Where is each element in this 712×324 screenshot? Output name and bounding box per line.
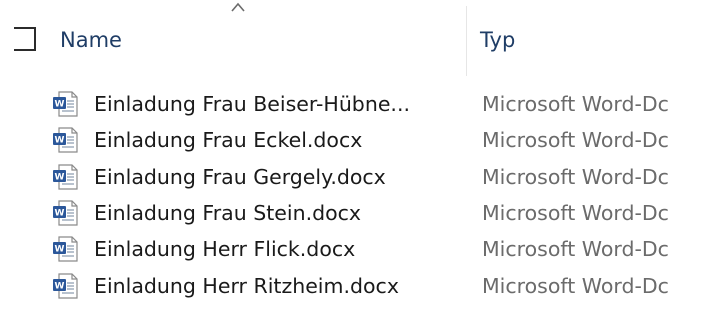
sort-ascending-icon [231, 2, 245, 12]
column-header-type[interactable]: Typ [480, 20, 515, 60]
svg-text:W: W [55, 209, 65, 219]
file-list-view: Name Typ W Einladung Frau Beiser-Hübne..… [0, 0, 712, 324]
file-type: Microsoft Word-Dc [482, 128, 669, 152]
file-row[interactable]: W Einladung Herr Ritzheim.docx Microsoft… [0, 268, 712, 304]
file-name: Einladung Herr Ritzheim.docx [94, 274, 399, 298]
word-document-icon: W [53, 91, 78, 117]
file-name: Einladung Frau Gergely.docx [94, 165, 386, 189]
svg-text:W: W [55, 282, 65, 292]
word-document-icon: W [53, 273, 78, 299]
file-row[interactable]: W Einladung Herr Flick.docx Microsoft Wo… [0, 231, 712, 267]
column-divider[interactable] [466, 6, 467, 76]
file-type: Microsoft Word-Dc [482, 92, 669, 116]
svg-text:W: W [55, 245, 65, 255]
word-document-icon: W [53, 127, 78, 153]
file-name: Einladung Frau Beiser-Hübne... [94, 92, 410, 116]
column-header-name[interactable]: Name [60, 20, 122, 60]
file-type: Microsoft Word-Dc [482, 201, 669, 225]
file-name: Einladung Frau Stein.docx [94, 201, 362, 225]
file-row[interactable]: W Einladung Frau Stein.docx Microsoft Wo… [0, 195, 712, 231]
file-name: Einladung Frau Eckel.docx [94, 128, 363, 152]
file-type: Microsoft Word-Dc [482, 237, 669, 261]
file-row[interactable]: W Einladung Frau Eckel.docx Microsoft Wo… [0, 122, 712, 158]
file-type: Microsoft Word-Dc [482, 274, 669, 298]
column-header-name-label: Name [60, 28, 122, 52]
word-document-icon: W [53, 164, 78, 190]
select-all-checkbox-icon[interactable] [14, 27, 36, 51]
svg-text:W: W [55, 100, 65, 110]
file-name: Einladung Herr Flick.docx [94, 237, 356, 261]
svg-text:W: W [55, 136, 65, 146]
svg-text:W: W [55, 173, 65, 183]
word-document-icon: W [53, 200, 78, 226]
word-document-icon: W [53, 236, 78, 262]
file-row[interactable]: W Einladung Frau Beiser-Hübne... Microso… [0, 86, 712, 122]
file-row[interactable]: W Einladung Frau Gergely.docx Microsoft … [0, 159, 712, 195]
column-header-type-label: Typ [480, 28, 516, 52]
file-type: Microsoft Word-Dc [482, 165, 669, 189]
